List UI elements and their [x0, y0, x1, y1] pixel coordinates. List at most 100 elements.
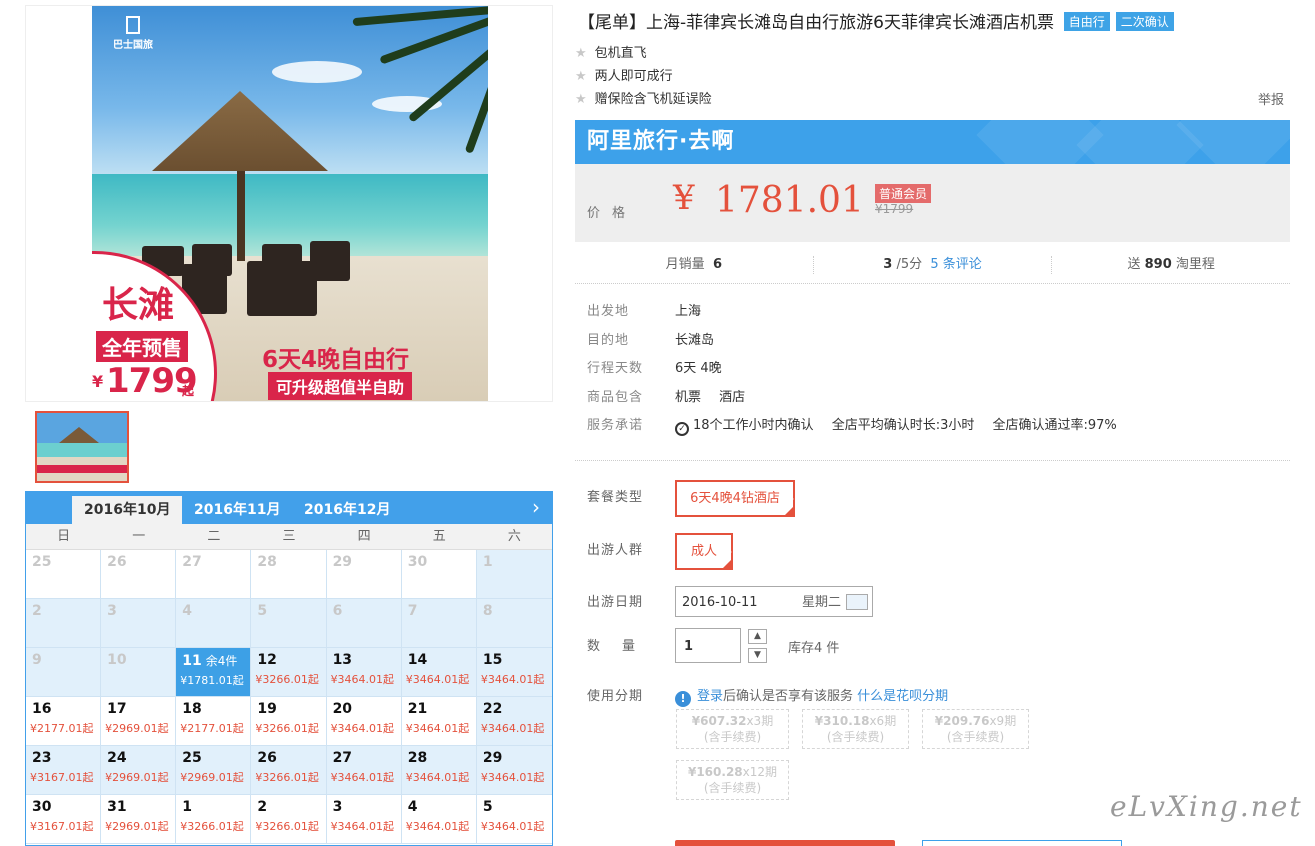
travelers-option-text: 成人	[690, 544, 717, 559]
calendar-day-cell[interactable]: 11 余4件 ¥1781.01起	[176, 648, 252, 697]
calendar-icon[interactable]	[846, 594, 868, 610]
calendar-tab-dec[interactable]: 2016年12月	[292, 496, 402, 524]
travelers-option[interactable]: 成人	[675, 533, 733, 571]
calendar-day-cell[interactable]: 4 ¥3464.01起	[401, 795, 477, 844]
calendar-day-cell[interactable]: 30 ¥3167.01起	[26, 795, 102, 844]
calendar-day-cell[interactable]: 14 ¥3464.01起	[401, 648, 477, 697]
chevron-right-icon[interactable]: ›	[532, 495, 540, 519]
calendar-day-cell[interactable]: 19 ¥3266.01起	[251, 697, 327, 746]
decrease-quantity-icon[interactable]: ▼	[748, 648, 767, 663]
calendar-day-price: ¥2969.01起	[105, 771, 169, 784]
calendar-day-cell[interactable]: 20 ¥3464.01起	[326, 697, 402, 746]
calendar-day-cell: 28	[251, 550, 327, 599]
calendar-day-number: 29	[332, 554, 353, 570]
add-to-cart-button[interactable]	[922, 840, 1122, 846]
brand-banner: 阿里旅行·去啊	[575, 120, 1290, 164]
what-is-huabei-link[interactable]: 什么是花呗分期	[857, 689, 948, 704]
calendar-day-price: ¥3167.01起	[30, 771, 94, 784]
calendar-day-cell[interactable]: 22 ¥3464.01起	[476, 697, 552, 746]
increase-quantity-icon[interactable]: ▲	[748, 629, 767, 644]
calendar-day-cell[interactable]: 3 ¥3464.01起	[326, 795, 402, 844]
info-key: 行程天数	[587, 361, 644, 376]
promo-price-suffix: 起	[182, 384, 195, 398]
calendar-day-cell[interactable]: 24 ¥2969.01起	[101, 746, 177, 795]
calendar-day-number: 17	[107, 701, 127, 717]
login-link[interactable]: 登录	[697, 689, 723, 704]
installment-plan[interactable]: ¥209.76x9期 (含手续费)	[922, 709, 1029, 749]
price-value: 1781.01	[715, 180, 864, 221]
calendar-day-number: 6	[332, 603, 343, 619]
plan-amount: ¥160.28	[687, 765, 743, 779]
calendar-day-cell[interactable]: 21 ¥3464.01起	[401, 697, 477, 746]
plan-fee: (含手续费)	[703, 781, 762, 795]
calendar-day-price: ¥3266.01起	[255, 673, 319, 686]
calendar-day-cell: 7	[401, 599, 477, 648]
calendar-day-cell: 9	[26, 648, 102, 697]
star-icon: ★	[575, 69, 587, 84]
info-value: ✓ 18个工作小时内确认 全店平均确认时长:3小时 全店确认通过率:97%	[675, 412, 1131, 441]
info-row-service: 服务承诺 ✓ 18个工作小时内确认 全店平均确认时长:3小时 全店确认通过率:97…	[587, 412, 1131, 441]
calendar-day-cell[interactable]: 5 ¥3464.01起	[476, 795, 552, 844]
calendar-day-number: 13	[332, 652, 353, 668]
calendar-day-cell[interactable]: 31 ¥2969.01起	[101, 795, 177, 844]
calendar-day-cell: 8	[476, 599, 552, 648]
rating-suffix: /5分	[896, 256, 923, 272]
calendar-day-number: 25	[182, 750, 202, 766]
info-icon: !	[675, 691, 691, 707]
brand-name: 阿里旅行·去啊	[587, 129, 735, 154]
calendar-header: 2016年10月 2016年11月 2016年12月 ›	[26, 492, 552, 524]
main-product-image[interactable]: 巴士国旅 长滩 全年预售 ¥ 1799 起 6天4晚自由行 可升级超值半自助	[25, 5, 553, 402]
calendar-day-cell[interactable]: 25 ¥2969.01起	[176, 746, 252, 795]
calendar-day-cell: 1	[476, 550, 552, 599]
calendar-day-cell: 2	[26, 599, 102, 648]
calendar-day-cell[interactable]: 27 ¥3464.01起	[326, 746, 402, 795]
calendar-day-cell[interactable]: 29 ¥3464.01起	[476, 746, 552, 795]
plan-fee: (含手续费)	[826, 730, 885, 744]
calendar-day-cell[interactable]: 18 ¥2177.01起	[176, 697, 252, 746]
calendar-day-price: ¥3266.01起	[180, 820, 244, 833]
reviews-link[interactable]: 5 条评论	[930, 257, 981, 272]
installment-plan[interactable]: ¥607.32x3期 (含手续费)	[676, 709, 789, 749]
promo-price-symbol: ¥	[92, 372, 104, 391]
calendar-day-price: ¥2969.01起	[105, 722, 169, 735]
feature-item: ★ 两人即可成行	[575, 65, 712, 88]
calendar-tab-oct[interactable]: 2016年10月	[72, 496, 183, 524]
gallery-thumbnail[interactable]	[35, 411, 129, 483]
price-label: 价格	[587, 206, 638, 221]
operator-logo-icon	[126, 16, 140, 34]
calendar-day-number: 24	[107, 750, 127, 766]
quantity-input[interactable]: 1	[675, 628, 741, 663]
quantity-label: 数量	[587, 639, 658, 654]
info-key: 目的地	[587, 332, 630, 348]
calendar-day-cell[interactable]: 16 ¥2177.01起	[26, 697, 102, 746]
rating: 3 /5分 5 条评论	[814, 255, 1053, 274]
calendar-day-number: 4	[182, 603, 193, 619]
installment-plan[interactable]: ¥310.18x6期 (含手续费)	[802, 709, 909, 749]
calendar-day-cell[interactable]: 1 ¥3266.01起	[176, 795, 252, 844]
brand-decoration	[1176, 120, 1290, 164]
calendar-day-cell[interactable]: 12 ¥3266.01起	[251, 648, 327, 697]
calendar-tab-nov[interactable]: 2016年11月	[182, 496, 292, 524]
calendar-day-cell[interactable]: 28 ¥3464.01起	[401, 746, 477, 795]
installment-plan[interactable]: ¥160.28x12期 (含手续费)	[676, 760, 789, 800]
feature-text: 包机直飞	[594, 46, 647, 61]
calendar-grid: 25 26 27 28 29 30 1 2 3 4 5 6 7 8 9 10 11 余4件 ¥1781.01起 12 ¥…	[26, 550, 552, 844]
star-icon: ★	[575, 92, 587, 107]
package-option[interactable]: 6天4晚4钻酒店	[675, 480, 795, 518]
date-input[interactable]: 2016-10-11 星期二	[675, 586, 873, 617]
calendar-day-number: 1	[482, 554, 493, 570]
promo-sale: 全年预售	[96, 331, 188, 362]
calendar-day-cell[interactable]: 15 ¥3464.01起	[476, 648, 552, 697]
calendar-day-cell[interactable]: 26 ¥3266.01起	[251, 746, 327, 795]
buy-now-button[interactable]	[675, 840, 895, 846]
calendar-day-cell: 4	[176, 599, 252, 648]
calendar-day-cell[interactable]: 17 ¥2969.01起	[101, 697, 177, 746]
report-link[interactable]: 举报	[1258, 89, 1284, 108]
package-label: 套餐类型	[587, 490, 644, 505]
calendar-day-number: 27	[332, 750, 353, 766]
beach-photo: 巴士国旅 长滩 全年预售 ¥ 1799 起 6天4晚自由行 可升级超值半自助	[92, 6, 488, 401]
calendar-day-cell[interactable]: 23 ¥3167.01起	[26, 746, 102, 795]
weekday-label: 日	[57, 529, 71, 544]
calendar-day-cell[interactable]: 2 ¥3266.01起	[251, 795, 327, 844]
calendar-day-cell[interactable]: 13 ¥3464.01起	[326, 648, 402, 697]
